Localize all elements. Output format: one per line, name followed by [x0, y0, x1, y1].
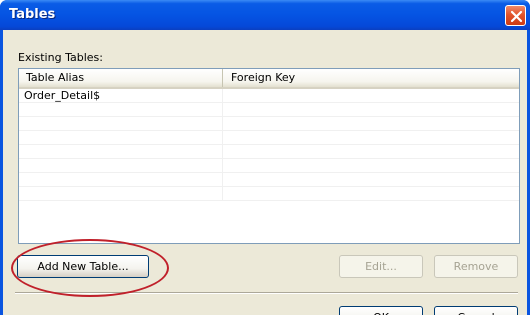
foreign-key-cell — [224, 117, 519, 131]
window-title: Tables — [9, 7, 56, 22]
foreign-key-cell — [224, 89, 519, 103]
existing-tables-label: Existing Tables: — [18, 51, 103, 64]
table-alias-cell — [19, 159, 223, 173]
foreign-key-cell — [224, 173, 519, 187]
list-header: Table Alias Foreign Key — [19, 69, 519, 89]
table-alias-cell: Order_Detail$ — [19, 89, 223, 103]
foreign-key-cell — [224, 187, 519, 201]
edit-button[interactable]: Edit... — [339, 255, 423, 278]
table-row[interactable] — [19, 117, 519, 131]
foreign-key-cell — [224, 159, 519, 173]
add-new-table-button[interactable]: Add New Table... — [17, 255, 149, 278]
foreign-key-cell — [224, 131, 519, 145]
table-alias-cell — [19, 103, 223, 117]
table-alias-cell — [19, 145, 223, 159]
foreign-key-cell — [224, 145, 519, 159]
table-row[interactable] — [19, 145, 519, 159]
table-row[interactable] — [19, 187, 519, 201]
table-row[interactable] — [19, 103, 519, 117]
table-alias-cell — [19, 131, 223, 145]
table-alias-cell — [19, 187, 223, 201]
cancel-button[interactable]: Cancel — [434, 306, 518, 315]
tables-dialog: Tables Existing Tables: Table Alias Fore… — [0, 0, 530, 315]
list-body: Order_Detail$ — [19, 89, 519, 201]
close-button[interactable] — [505, 5, 526, 26]
separator — [15, 292, 518, 294]
foreign-key-cell — [224, 103, 519, 117]
remove-button[interactable]: Remove — [434, 255, 518, 278]
column-header-foreign-key[interactable]: Foreign Key — [224, 69, 519, 87]
close-icon — [510, 10, 523, 23]
table-row[interactable] — [19, 159, 519, 173]
table-alias-cell — [19, 173, 223, 187]
table-row[interactable] — [19, 131, 519, 145]
tables-list[interactable]: Table Alias Foreign Key Order_Detail$ — [18, 68, 520, 244]
column-header-table-alias[interactable]: Table Alias — [19, 69, 223, 87]
table-row[interactable]: Order_Detail$ — [19, 89, 519, 103]
dialog-client-area: Existing Tables: Table Alias Foreign Key… — [3, 30, 527, 315]
table-alias-cell — [19, 117, 223, 131]
title-bar: Tables — [0, 0, 530, 30]
table-row[interactable] — [19, 173, 519, 187]
ok-button[interactable]: OK — [339, 306, 423, 315]
